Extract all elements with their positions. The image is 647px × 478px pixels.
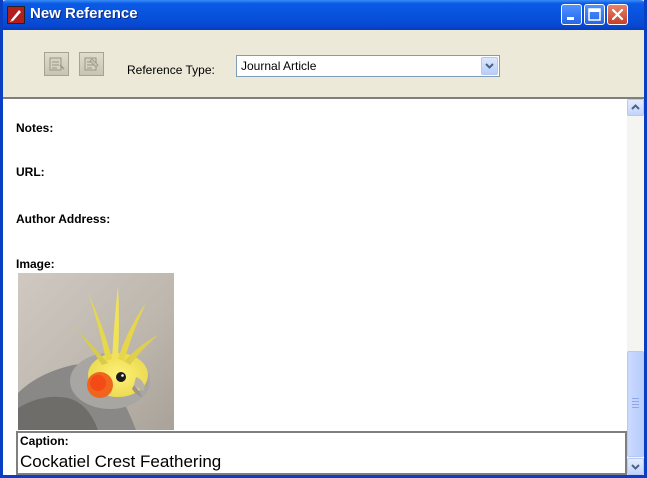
- scroll-up-arrow-icon: [631, 104, 640, 110]
- url-label: URL:: [16, 165, 45, 179]
- endnote-app-icon[interactable]: [7, 6, 25, 24]
- title-bar[interactable]: New Reference: [3, 0, 644, 30]
- reference-type-label: Reference Type:: [127, 63, 215, 77]
- caption-box[interactable]: Caption: Cockatiel Crest Feathering: [16, 431, 627, 475]
- author-address-label: Author Address:: [16, 212, 111, 226]
- toolbar: Reference Type: Journal Article: [3, 30, 644, 97]
- reference-edit-icon[interactable]: [79, 52, 104, 76]
- dropdown-arrow-button[interactable]: [481, 57, 498, 75]
- scroll-up-button[interactable]: [627, 99, 644, 116]
- thumb-grip-line: [632, 398, 639, 399]
- image-label: Image:: [16, 257, 55, 271]
- thumb-grip-line: [632, 401, 639, 402]
- close-button[interactable]: [607, 4, 628, 25]
- close-icon: [611, 8, 624, 21]
- reference-tool-icon[interactable]: [44, 52, 69, 76]
- window-title: New Reference: [30, 5, 138, 22]
- thumb-grip-line: [632, 404, 639, 405]
- vertical-scrollbar[interactable]: [627, 99, 644, 475]
- caption-label: Caption:: [20, 434, 69, 448]
- new-reference-window: New Reference Reference Type: Journal Ar…: [0, 0, 647, 478]
- scroll-down-button[interactable]: [627, 458, 644, 475]
- notes-label: Notes:: [16, 121, 54, 135]
- cockatiel-image[interactable]: [18, 273, 174, 430]
- chevron-down-icon: [485, 63, 494, 69]
- scroll-thumb[interactable]: [627, 351, 644, 457]
- caption-text[interactable]: Cockatiel Crest Feathering: [20, 452, 221, 472]
- scroll-down-arrow-icon: [631, 464, 640, 470]
- thumb-grip-line: [632, 407, 639, 408]
- reference-type-value: Journal Article: [241, 59, 317, 73]
- maximize-button[interactable]: [584, 4, 605, 25]
- reference-type-select[interactable]: Journal Article: [236, 55, 500, 77]
- minimize-icon: [567, 17, 574, 20]
- maximize-icon: [588, 8, 601, 21]
- minimize-button[interactable]: [561, 4, 582, 25]
- reference-content-area[interactable]: Notes: URL: Author Address: Image: Capti…: [3, 97, 644, 475]
